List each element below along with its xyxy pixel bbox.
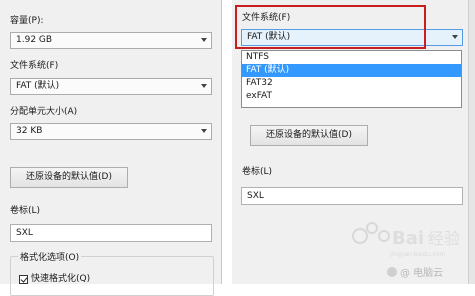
highlight-annotation-box bbox=[235, 5, 426, 49]
restore-defaults-button[interactable]: 还原设备的默认值(D) bbox=[250, 125, 368, 146]
filesystem-label: 文件系统(F) bbox=[10, 61, 59, 71]
volume-label-input[interactable]: SXL bbox=[10, 224, 212, 242]
baidu-jingyan-watermark: Bai 经验 jingyan.baidu.com @ 电脑云 bbox=[340, 214, 472, 280]
volume-label-caption: 卷标(L) bbox=[242, 167, 273, 177]
restore-defaults-button[interactable]: 还原设备的默认值(D) bbox=[10, 167, 128, 188]
option-fat-default[interactable]: FAT (默认) bbox=[242, 64, 461, 77]
capacity-value: 1.92 GB bbox=[16, 35, 53, 45]
svg-text:经验: 经验 bbox=[428, 229, 460, 248]
quick-format-label: 快速格式化(Q) bbox=[31, 274, 91, 284]
chevron-down-icon bbox=[201, 84, 207, 88]
svg-text:@ 电脑云: @ 电脑云 bbox=[400, 266, 443, 279]
capacity-select[interactable]: 1.92 GB bbox=[10, 32, 212, 49]
svg-text:Bai: Bai bbox=[392, 228, 424, 249]
capacity-label: 容量(P): bbox=[10, 16, 44, 26]
option-exfat[interactable]: exFAT bbox=[242, 90, 461, 103]
chevron-down-icon bbox=[452, 35, 458, 39]
svg-text:jingyan.baidu.com: jingyan.baidu.com bbox=[389, 251, 446, 258]
allocation-unit-value: 32 KB bbox=[16, 126, 43, 136]
quick-format-checkbox[interactable] bbox=[19, 275, 28, 284]
allocation-unit-label: 分配单元大小(A) bbox=[10, 107, 78, 117]
panel-gap bbox=[222, 0, 232, 284]
filesystem-value: FAT (默认) bbox=[16, 81, 60, 91]
watermark-logo-icon: Bai 经验 jingyan.baidu.com @ 电脑云 bbox=[352, 222, 460, 279]
option-fat32[interactable]: FAT32 bbox=[242, 77, 461, 90]
chevron-down-icon bbox=[201, 129, 207, 133]
volume-label-caption: 卷标(L) bbox=[10, 206, 41, 216]
chevron-down-icon bbox=[201, 38, 207, 42]
filesystem-dropdown-list[interactable]: NTFS FAT (默认) FAT32 exFAT bbox=[241, 50, 462, 108]
allocation-unit-select[interactable]: 32 KB bbox=[10, 123, 212, 140]
option-ntfs[interactable]: NTFS bbox=[242, 51, 461, 64]
volume-label-input[interactable]: SXL bbox=[241, 187, 463, 205]
left-format-dialog: 容量(P): 1.92 GB 文件系统(F) FAT (默认) 分配单元大小(A… bbox=[0, 0, 222, 296]
format-options-label: 格式化选项(O) bbox=[18, 252, 82, 264]
filesystem-select[interactable]: FAT (默认) bbox=[10, 78, 212, 95]
